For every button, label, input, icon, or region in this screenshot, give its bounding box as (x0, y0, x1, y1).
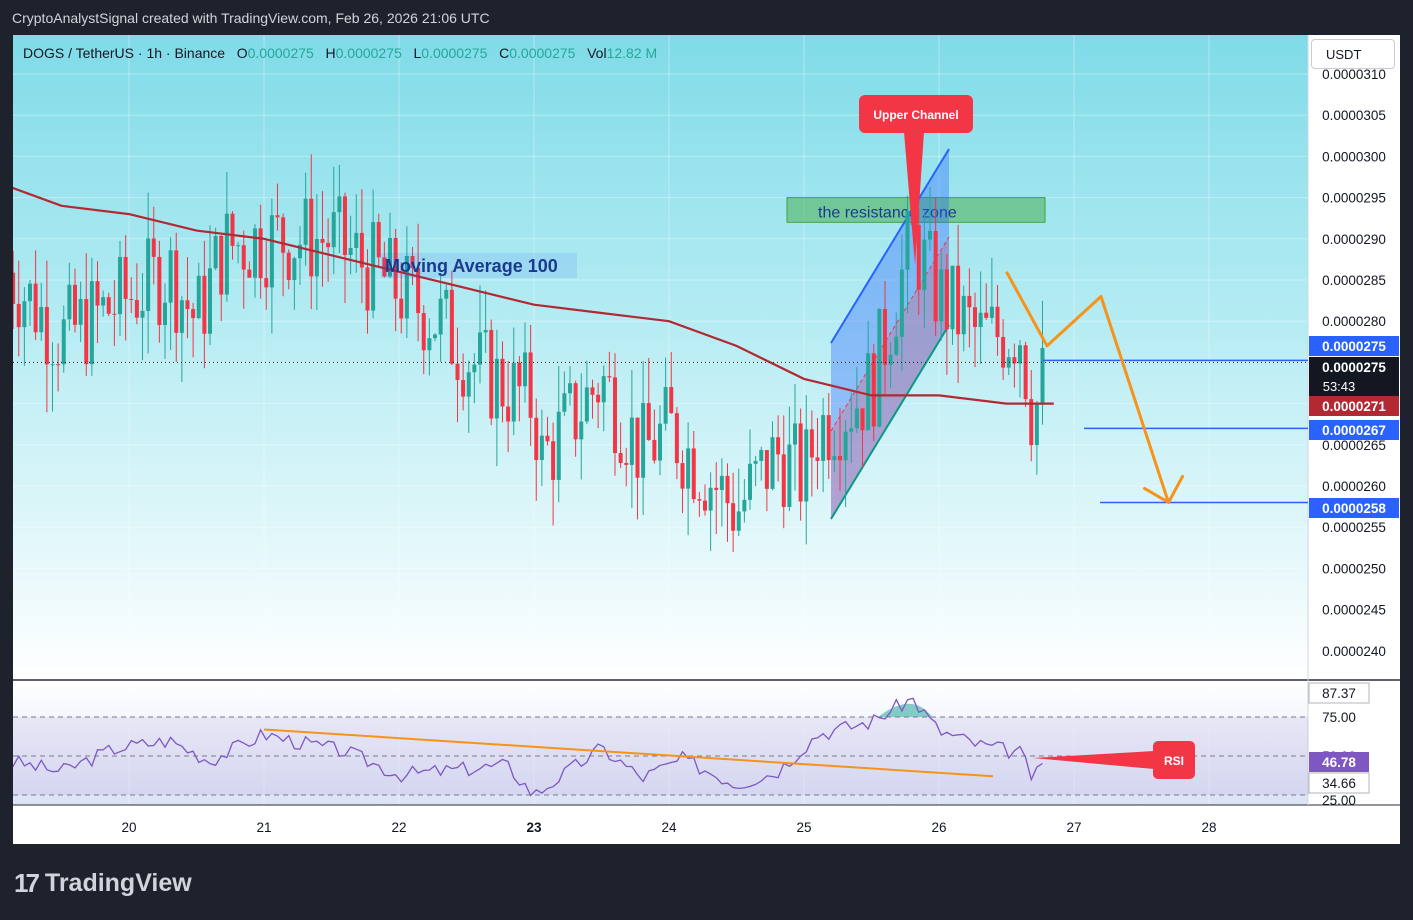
price-tick-label: 0.0000250 (1322, 561, 1386, 576)
rsi-low-label: 34.66 (1322, 776, 1356, 791)
price-tick-label: 0.0000285 (1322, 273, 1386, 288)
main-pane-bg (13, 35, 1308, 680)
open-label: O (236, 45, 248, 61)
price-tick-label: 0.0000300 (1322, 149, 1386, 164)
target1-badge: 0.0000267 (1322, 423, 1386, 438)
time-tick-label: 20 (121, 820, 136, 835)
price-tick-label: 0.0000240 (1322, 644, 1386, 659)
time-tick-label: 22 (391, 820, 406, 835)
high-value: 0.0000275 (335, 45, 402, 61)
close-label: C (499, 45, 510, 61)
high-label: H (325, 45, 336, 61)
candle (489, 319, 494, 426)
time-tick-label: 27 (1066, 820, 1081, 835)
candle (1023, 341, 1028, 408)
volume-value: 12.82 M (606, 45, 658, 61)
volume-label: Vol (587, 45, 607, 61)
open-value: 0.0000275 (247, 45, 314, 61)
close-value: 0.0000275 (509, 45, 576, 61)
rsi-high-label: 87.37 (1322, 686, 1356, 701)
ma-price-badge: 0.0000271 (1322, 399, 1386, 414)
rsi-current-label: 46.78 (1322, 755, 1356, 770)
symbol-name: DOGS / TetherUS · 1h · Binance (23, 45, 226, 61)
time-axis-bg (13, 805, 1400, 844)
price-tick-label: 0.0000290 (1322, 232, 1386, 247)
target2-badge: 0.0000258 (1322, 501, 1386, 516)
symbol-legend: DOGS / TetherUS · 1h · Binance O0.000027… (23, 45, 657, 61)
time-tick-label: 28 (1201, 820, 1216, 835)
price-tick-label: 0.0000265 (1322, 438, 1386, 453)
time-tick-label: 26 (931, 820, 946, 835)
price-tick-label: 0.0000245 (1322, 603, 1386, 618)
upper-channel-label: Upper Channel (873, 108, 958, 122)
price-tick-label: 0.0000305 (1322, 108, 1386, 123)
rsi-callout-label: RSI (1164, 754, 1184, 768)
chart-caption: CryptoAnalystSignal created with Trading… (12, 10, 490, 26)
price-tick-label: 0.0000310 (1322, 67, 1386, 82)
low-value: 0.0000275 (421, 45, 488, 61)
moving-average-label: Moving Average 100 (385, 256, 558, 276)
time-tick-label: 21 (256, 820, 271, 835)
candle (877, 308, 882, 428)
price-badge-blue: 0.0000275 (1322, 339, 1386, 354)
tradingview-logo-icon: 17 (14, 868, 40, 898)
time-tick-label: 23 (526, 820, 542, 835)
chart-frame[interactable]: the resistance zone Moving Average 100 Upp… (13, 35, 1400, 844)
price-tick-label: 0.0000260 (1322, 479, 1386, 494)
time-tick-label: 24 (661, 820, 677, 835)
bar-countdown: 53:43 (1323, 379, 1356, 394)
rsi-75-label: 75.00 (1322, 710, 1356, 725)
tradingview-brand: TradingView (44, 869, 192, 897)
current-price-badge: 0.0000275 (1322, 360, 1386, 375)
price-tick-label: 0.0000255 (1322, 520, 1386, 535)
tradingview-logo[interactable]: 17 TradingView (14, 868, 192, 899)
rsi-25-label: 25.00 (1322, 793, 1356, 808)
price-chart[interactable]: the resistance zoneMoving Average 100Upp… (13, 35, 1400, 844)
time-tick-label: 25 (796, 820, 811, 835)
price-tick-label: 0.0000280 (1322, 314, 1386, 329)
currency-button[interactable]: USDT (1311, 39, 1395, 69)
price-tick-label: 0.0000295 (1322, 191, 1386, 206)
